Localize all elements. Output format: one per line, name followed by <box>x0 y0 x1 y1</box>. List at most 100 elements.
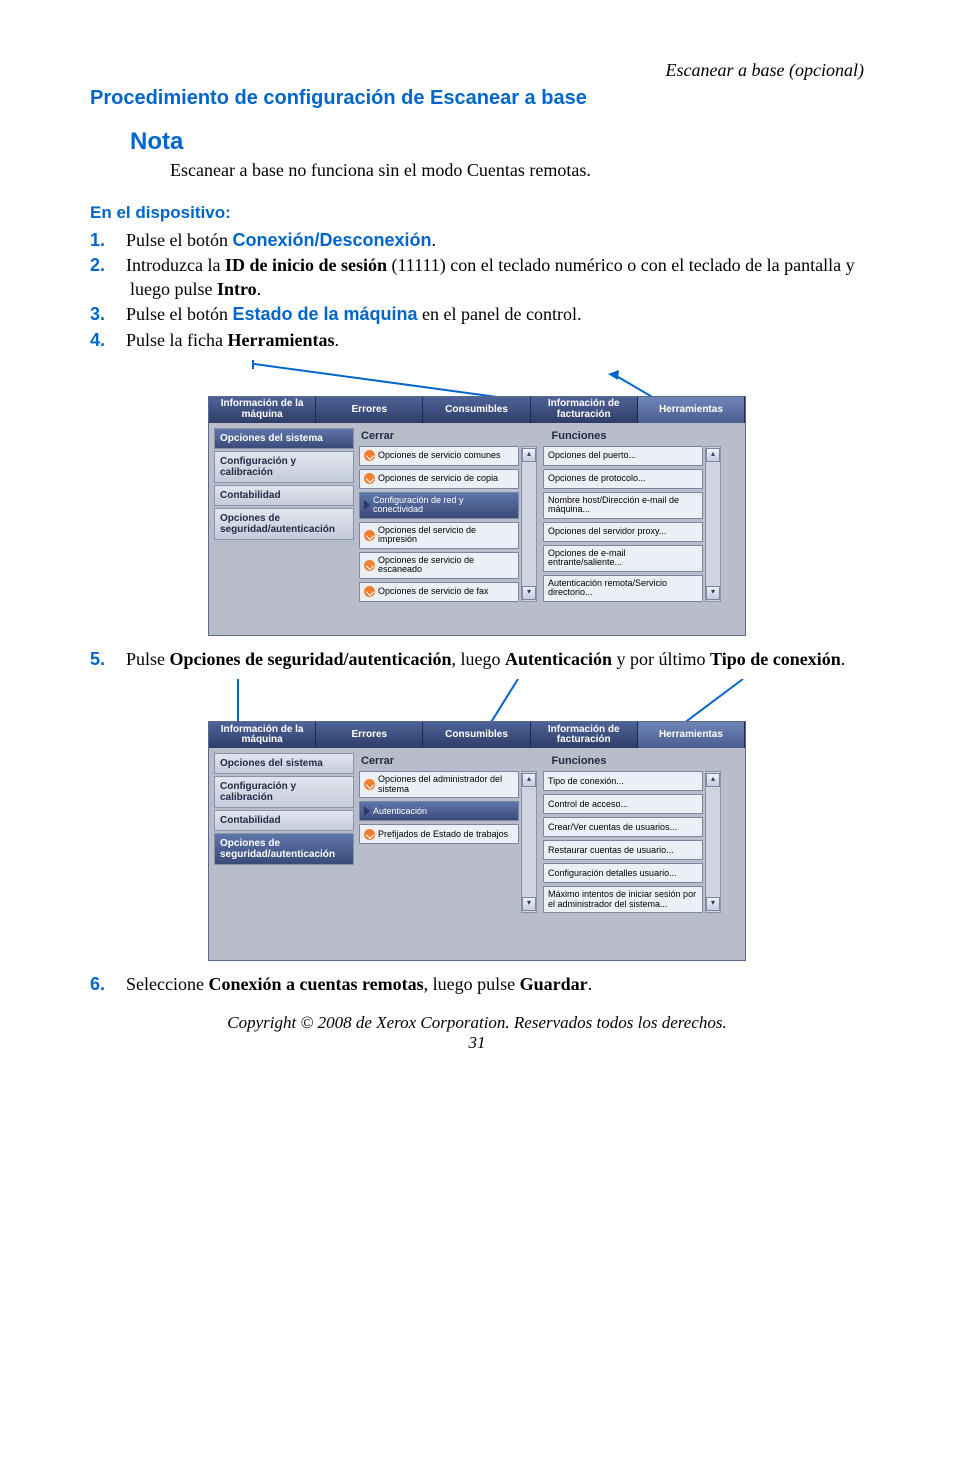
list-item-scan-service[interactable]: Opciones de servicio de escaneado <box>359 552 519 579</box>
list-item-common-service[interactable]: Opciones de servicio comunes <box>359 446 519 466</box>
wrench-icon <box>364 450 375 461</box>
list-item-restore-accounts[interactable]: Restaurar cuentas de usuario... <box>543 840 703 860</box>
tab-tools[interactable]: Herramientas <box>638 722 745 748</box>
list-item-fax-service[interactable]: Opciones de servicio de fax <box>359 582 519 602</box>
step-text: Seleccione <box>126 974 208 994</box>
list-item-email-options[interactable]: Opciones de e-mail entrante/saliente... <box>543 545 703 572</box>
litem-label: Prefijados de Estado de trabajos <box>378 830 508 839</box>
device-panel-2: Información de la máquina Errores Consum… <box>208 721 746 961</box>
list-item-proxy-options[interactable]: Opciones del servidor proxy... <box>543 522 703 542</box>
cerrar-list: Opciones de servicio comunes Opciones de… <box>359 446 519 602</box>
step-text: en el panel de control. <box>418 304 582 324</box>
step-text: Introduzca la <box>126 255 225 275</box>
sidebar-item-system-options[interactable]: Opciones del sistema <box>214 753 354 774</box>
scrollbar-left[interactable]: ▴ ▾ <box>521 446 537 602</box>
tab-billing[interactable]: Información de facturación <box>531 397 638 423</box>
list-item-remote-auth[interactable]: Autenticación remota/Servicio directorio… <box>543 575 703 602</box>
tab-machine-info[interactable]: Información de la máquina <box>209 722 316 748</box>
list-item-network-config[interactable]: Configuración de red y conectividad <box>359 492 519 519</box>
list-item-copy-service[interactable]: Opciones de servicio de copia <box>359 469 519 489</box>
scroll-up-icon[interactable]: ▴ <box>522 448 536 462</box>
scroll-down-icon[interactable]: ▾ <box>522 897 536 911</box>
tab-tools[interactable]: Herramientas <box>638 397 745 423</box>
device-panel-1: Información de la máquina Errores Consum… <box>208 396 746 636</box>
option-name: Autenticación <box>505 649 612 669</box>
wrench-icon <box>364 779 375 790</box>
list-item-user-details-config[interactable]: Configuración detalles usuario... <box>543 863 703 883</box>
tab-billing[interactable]: Información de facturación <box>531 722 638 748</box>
sidebar-item-accounting[interactable]: Contabilidad <box>214 485 354 506</box>
list-item-protocol-options[interactable]: Opciones de protocolo... <box>543 469 703 489</box>
litem-label: Opciones de servicio de fax <box>378 587 489 596</box>
list-item-port-options[interactable]: Opciones del puerto... <box>543 446 703 466</box>
litem-label: Opciones de protocolo... <box>548 474 646 483</box>
list-item-host-email[interactable]: Nombre host/Dirección e-mail de máquina.… <box>543 492 703 519</box>
scroll-up-icon[interactable]: ▴ <box>706 448 720 462</box>
header-context: Escanear a base (opcional) <box>90 60 864 81</box>
sidebar-item-security-auth[interactable]: Opciones de seguridad/autenticación <box>214 833 354 865</box>
step-number: 2. <box>90 254 126 277</box>
sidebar-item-accounting[interactable]: Contabilidad <box>214 810 354 831</box>
litem-label: Opciones de servicio de escaneado <box>378 556 514 575</box>
option-name: Opciones de seguridad/autenticación <box>170 649 452 669</box>
step-3: 3.Pulse el botón Estado de la máquina en… <box>90 303 864 326</box>
list-item-access-control[interactable]: Control de acceso... <box>543 794 703 814</box>
tab-errors[interactable]: Errores <box>316 722 423 748</box>
tab-consumables[interactable]: Consumibles <box>423 397 530 423</box>
list-item-create-view-accounts[interactable]: Crear/Ver cuentas de usuarios... <box>543 817 703 837</box>
sidebar-item-config-calibration[interactable]: Configuración y calibración <box>214 451 354 483</box>
scroll-up-icon[interactable]: ▴ <box>522 773 536 787</box>
step-number: 4. <box>90 329 126 352</box>
list-item-authentication[interactable]: Autenticación <box>359 801 519 821</box>
step-text: . <box>334 330 339 350</box>
steps-list-cont: 5.Pulse Opciones de seguridad/autenticac… <box>90 648 864 671</box>
step-text: . <box>432 230 437 250</box>
sidebar-item-security-auth[interactable]: Opciones de seguridad/autenticación <box>214 508 354 540</box>
step-number: 5. <box>90 648 126 671</box>
tab-consumables[interactable]: Consumibles <box>423 722 530 748</box>
scrollbar-right[interactable]: ▴ ▾ <box>705 446 721 602</box>
list-item-max-login-attempts[interactable]: Máximo intentos de iniciar sesión por el… <box>543 886 703 913</box>
button-name: Estado de la máquina <box>233 304 418 324</box>
litem-label: Opciones del servicio de impresión <box>378 526 514 545</box>
step-text: . <box>841 649 846 669</box>
scroll-down-icon[interactable]: ▾ <box>706 586 720 600</box>
note-body: Escanear a base no funciona sin el modo … <box>170 160 864 181</box>
column-cerrar: Cerrar <box>359 428 550 446</box>
button-name: Conexión/Desconexión <box>233 230 432 250</box>
scrollbar-left[interactable]: ▴ ▾ <box>521 771 537 913</box>
scroll-down-icon[interactable]: ▾ <box>522 586 536 600</box>
list-item-connection-type[interactable]: Tipo de conexión... <box>543 771 703 791</box>
step-text: y por último <box>612 649 710 669</box>
scrollbar-right[interactable]: ▴ ▾ <box>705 771 721 913</box>
scroll-down-icon[interactable]: ▾ <box>706 897 720 911</box>
step-6: 6.Seleccione Conexión a cuentas remotas,… <box>90 973 864 996</box>
option-name: Conexión a cuentas remotas <box>208 974 423 994</box>
sidebar-item-system-options[interactable]: Opciones del sistema <box>214 428 354 449</box>
tab-errors[interactable]: Errores <box>316 397 423 423</box>
key-name: Intro <box>217 279 257 299</box>
list-item-admin-options[interactable]: Opciones del administrador del sistema <box>359 771 519 798</box>
litem-label: Configuración de red y conectividad <box>373 496 514 515</box>
step-5: 5.Pulse Opciones de seguridad/autenticac… <box>90 648 864 671</box>
tab-machine-info[interactable]: Información de la máquina <box>209 397 316 423</box>
litem-label: Tipo de conexión... <box>548 777 624 786</box>
wrench-icon <box>364 586 375 597</box>
list-item-job-status-defaults[interactable]: Prefijados de Estado de trabajos <box>359 824 519 844</box>
litem-label: Opciones de servicio comunes <box>378 451 501 460</box>
tab-row: Información de la máquina Errores Consum… <box>209 397 745 423</box>
sidebar-item-config-calibration[interactable]: Configuración y calibración <box>214 776 354 808</box>
steps-list: 1.Pulse el botón Conexión/Desconexión. 2… <box>90 229 864 352</box>
button-name: Guardar <box>520 974 588 994</box>
page-number: 31 <box>90 1033 864 1053</box>
step-number: 1. <box>90 229 126 252</box>
step-text: . <box>257 279 262 299</box>
list-item-print-service[interactable]: Opciones del servicio de impresión <box>359 522 519 549</box>
side-nav: Opciones del sistema Configuración y cal… <box>214 753 354 955</box>
scroll-up-icon[interactable]: ▴ <box>706 773 720 787</box>
column-funciones: Funciones <box>550 753 741 771</box>
steps-list-cont2: 6.Seleccione Conexión a cuentas remotas,… <box>90 973 864 996</box>
litem-label: Autenticación remota/Servicio directorio… <box>548 579 698 598</box>
play-icon <box>364 500 370 510</box>
subsection-title: En el dispositivo: <box>90 203 864 223</box>
